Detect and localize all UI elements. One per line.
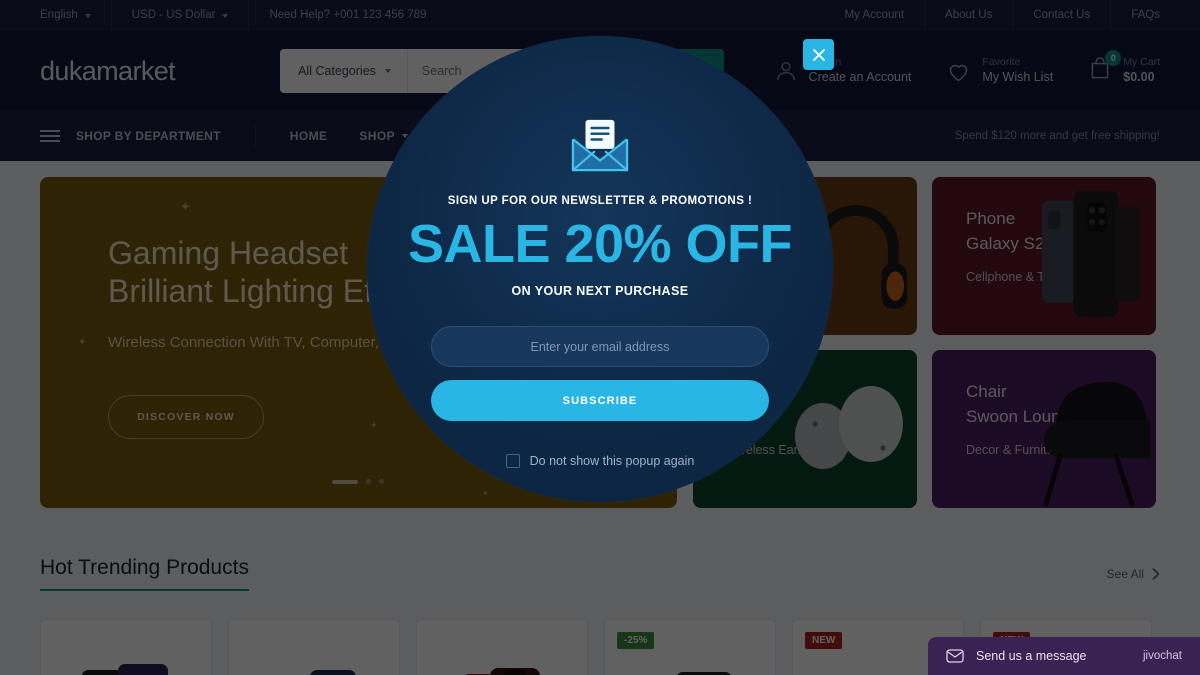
popup-headline: SIGN UP FOR OUR NEWSLETTER & PROMOTIONS … bbox=[447, 195, 753, 207]
chat-brand-label: jivochat bbox=[1143, 650, 1182, 662]
envelope-icon bbox=[571, 119, 629, 172]
subscribe-button[interactable]: SUBSCRIBE bbox=[431, 380, 769, 421]
close-popup-button[interactable] bbox=[803, 39, 834, 70]
dont-show-checkbox[interactable] bbox=[505, 454, 520, 468]
newsletter-popup: SIGN UP FOR OUR NEWSLETTER & PROMOTIONS … bbox=[367, 36, 833, 502]
chat-message-label: Send us a message bbox=[976, 649, 1087, 663]
dont-show-again-row[interactable]: Do not show this popup again bbox=[505, 454, 695, 468]
chat-widget[interactable]: Send us a message jivochat bbox=[928, 637, 1200, 675]
page-root: English USD - US Dollar Need Help? +001 … bbox=[0, 0, 1200, 675]
email-input[interactable] bbox=[431, 326, 769, 367]
popup-sale-text: SALE 20% OFF bbox=[407, 214, 793, 274]
dont-show-label: Do not show this popup again bbox=[529, 454, 695, 468]
popup-inner: SIGN UP FOR OUR NEWSLETTER & PROMOTIONS … bbox=[367, 36, 833, 468]
message-icon bbox=[946, 649, 964, 663]
close-icon bbox=[812, 48, 825, 61]
popup-subheadline: ON YOUR NEXT PURCHASE bbox=[511, 284, 689, 298]
